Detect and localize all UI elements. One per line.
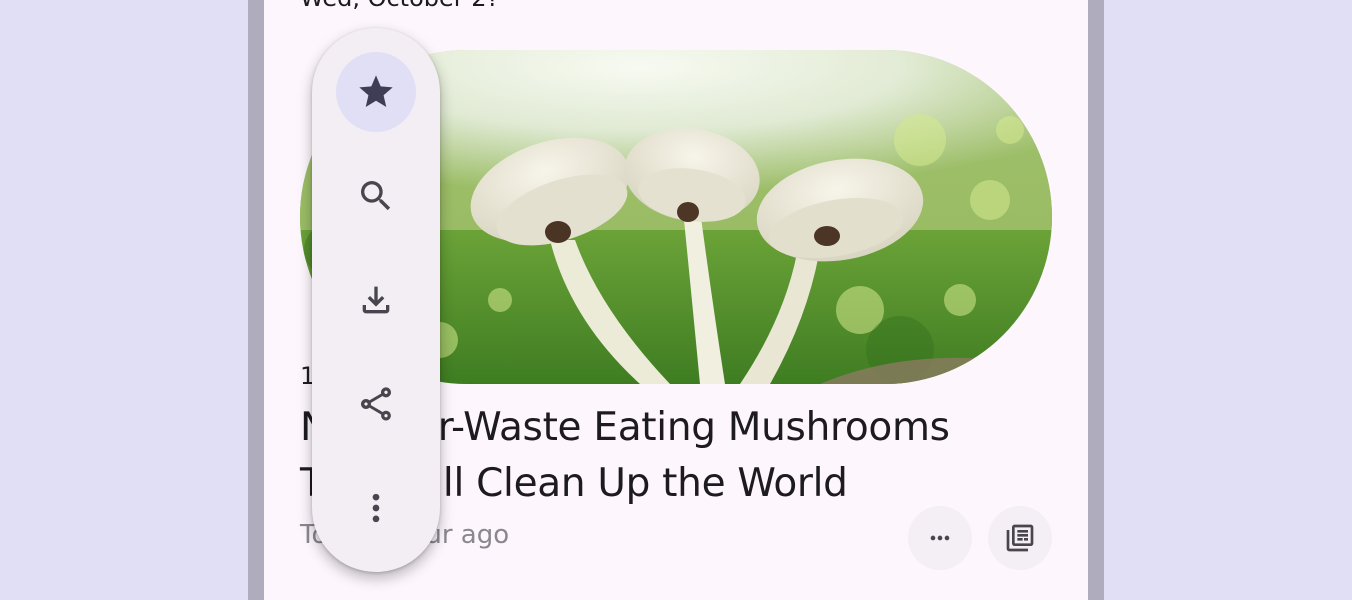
share-icon — [361, 387, 391, 421]
floating-action-rail — [312, 28, 440, 572]
rail-item-share[interactable] — [336, 364, 416, 444]
rail-item-favorite[interactable] — [336, 52, 416, 132]
star-icon — [359, 75, 393, 107]
rail-item-search[interactable] — [336, 156, 416, 236]
search-icon — [361, 181, 391, 211]
date-header: Wed, October 2? — [300, 0, 499, 12]
rail-item-more[interactable] — [336, 468, 416, 548]
rail-item-download[interactable] — [336, 260, 416, 340]
newsstand-icon — [1006, 524, 1034, 552]
more-horiz-icon — [930, 535, 950, 541]
full-coverage-button[interactable] — [988, 506, 1052, 570]
download-icon — [362, 286, 390, 314]
more-vert-icon — [372, 493, 380, 523]
more-options-button[interactable] — [908, 506, 972, 570]
